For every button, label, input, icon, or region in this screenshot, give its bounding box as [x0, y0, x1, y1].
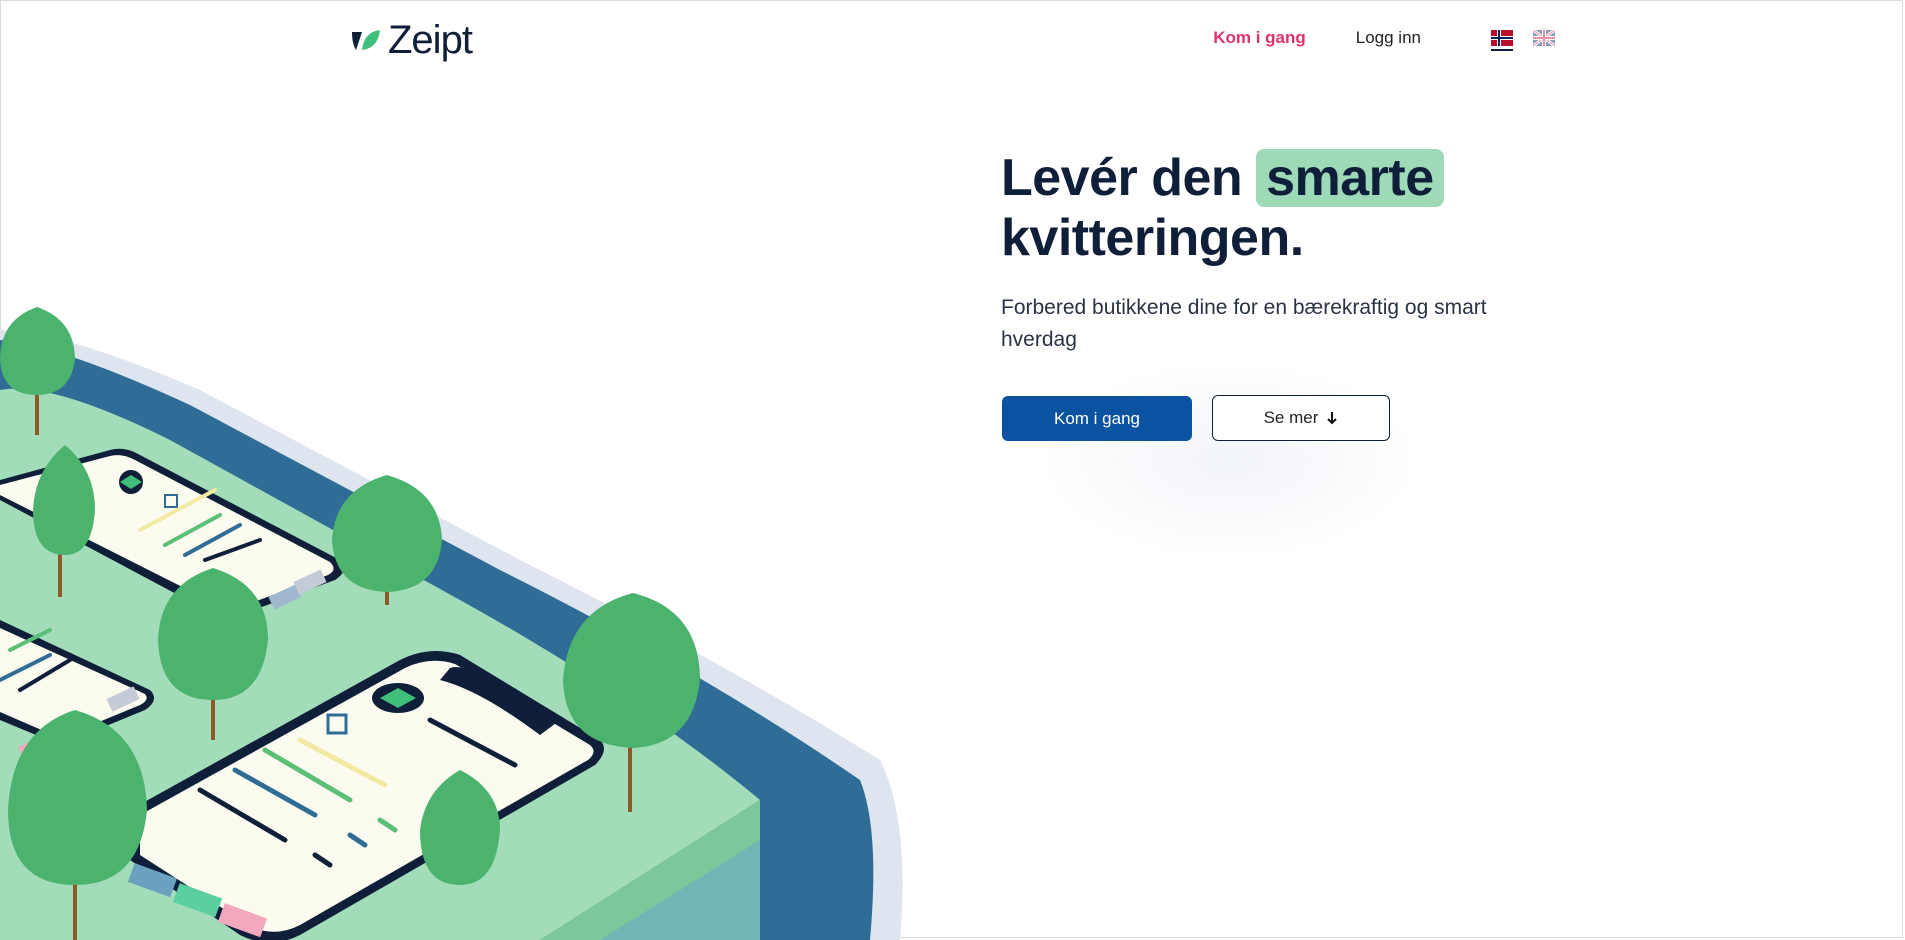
zeipt-logo[interactable]: Zeipt	[350, 18, 473, 62]
hero-subtitle: Forbered butikkene dine for en bærekraft…	[1001, 296, 1487, 351]
uk-flag-icon[interactable]	[1532, 28, 1556, 48]
see-more-label: Se mer	[1263, 408, 1319, 427]
top-nav: Kom i gang Logg inn	[1213, 28, 1556, 51]
hero-illustration	[0, 307, 903, 940]
brand-name: Zeipt	[388, 18, 473, 62]
arrow-down-icon	[1327, 412, 1338, 425]
headline-pre: Levér den	[1001, 149, 1243, 207]
nav-get-started-link[interactable]: Kom i gang	[1213, 28, 1306, 48]
see-more-button[interactable]: Se mer	[1212, 395, 1390, 441]
zeipt-leaf-icon	[352, 30, 380, 50]
hero-headline: Levér den smarte kvitteringen.	[1001, 148, 1601, 268]
nav-login-link[interactable]: Logg inn	[1356, 28, 1421, 48]
decorative-shadow	[1040, 360, 1420, 560]
headline-highlight: smarte	[1256, 149, 1444, 207]
get-started-button[interactable]: Kom i gang	[1002, 396, 1192, 441]
headline-post: kvitteringen.	[1001, 209, 1304, 267]
norway-flag-icon[interactable]	[1491, 30, 1513, 51]
